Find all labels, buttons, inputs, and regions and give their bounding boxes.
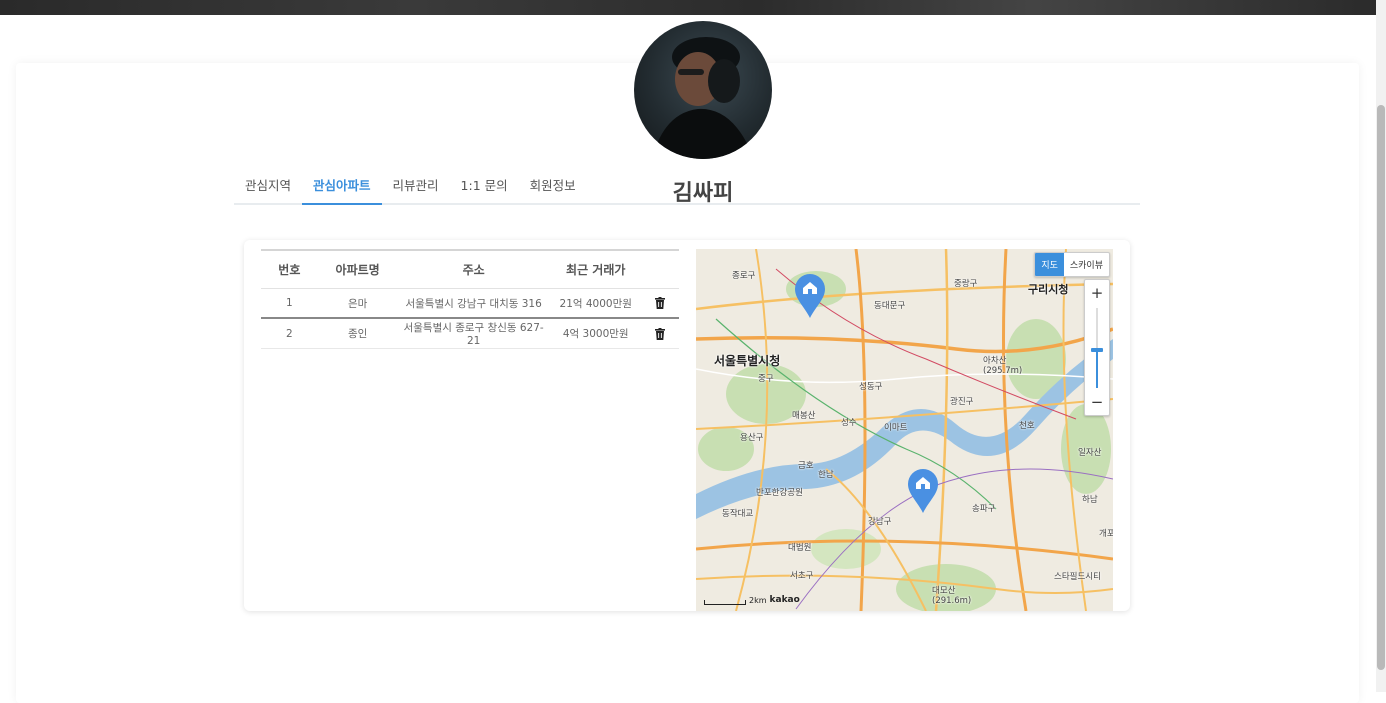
trash-icon[interactable] [655, 327, 666, 340]
map-label-hannam: 한남 [818, 470, 834, 480]
map-label-starfield: 스타필드시티 [1054, 572, 1101, 582]
header-recent-price: 최근 거래가 [549, 250, 642, 289]
map-label-geumho: 금호 [798, 461, 814, 471]
page-scrollbar[interactable] [1376, 0, 1386, 692]
header-apartment-name: 아파트명 [317, 250, 398, 289]
map-label-gaepo: 개포 [1099, 529, 1113, 539]
row-apartment-name: 종인 [317, 318, 398, 349]
map-label-seongdong: 성동구 [859, 382, 883, 392]
table-row[interactable]: 1 은마 서울특별시 강남구 대치동 316 21억 4000만원 [261, 288, 679, 319]
kakao-logo: kakao [769, 595, 800, 605]
zoom-in-button[interactable]: + [1085, 282, 1109, 304]
tab-member-info[interactable]: 회원정보 [519, 170, 587, 203]
map-label-seongsu: 성수 [841, 418, 857, 428]
map-label-seocho: 서초구 [790, 571, 814, 581]
row-address: 서울특별시 종로구 창신동 627-21 [397, 318, 550, 349]
profile-avatar [634, 21, 772, 159]
row-number: 1 [261, 288, 318, 319]
map-label-banpo: 반포한강공원 [756, 488, 803, 498]
zoom-slider-handle[interactable] [1091, 348, 1103, 352]
trash-icon[interactable] [655, 297, 666, 309]
interest-apartment-card: 번호 아파트명 주소 최근 거래가 1 은마 서울특별시 강남구 대치동 316… [244, 240, 1130, 611]
map-label-dongjak: 동작대교 [722, 509, 754, 519]
header-banner [0, 0, 1376, 15]
row-address: 서울특별시 강남구 대치동 316 [397, 288, 550, 319]
map-label-gwangjin: 광진구 [950, 397, 974, 407]
interest-apartment-table: 번호 아파트명 주소 최근 거래가 1 은마 서울특별시 강남구 대치동 316… [261, 249, 679, 349]
tab-interest-apartment[interactable]: 관심아파트 [302, 170, 382, 205]
marker-icon [795, 274, 825, 318]
map-label-daebeopwon: 대법원 [788, 543, 812, 553]
header-actions [641, 250, 679, 289]
tab-review-management[interactable]: 리뷰관리 [382, 170, 450, 203]
tab-inquiry[interactable]: 1:1 문의 [450, 170, 519, 203]
map-marker-jongin[interactable] [794, 273, 826, 319]
map-label-guri: 구리시청 [1028, 283, 1069, 296]
header-address: 주소 [397, 250, 550, 289]
map-label-jungnang: 중랑구 [954, 279, 978, 289]
zoom-level-fill [1096, 350, 1098, 388]
row-apartment-name: 은마 [317, 288, 398, 319]
map-label-dongdaemun: 동대문구 [874, 301, 906, 311]
scale-label: 2km [749, 596, 767, 605]
map-type-skyview-button[interactable]: 스카이뷰 [1064, 253, 1109, 276]
map-label-achasan: 아차산 (295.7m) [983, 356, 1023, 376]
map-label-emart: 이마트 [884, 423, 908, 433]
map-label-cheonho: 천호 [1019, 421, 1035, 431]
tab-interest-region[interactable]: 관심지역 [234, 170, 302, 203]
row-price: 21억 4000만원 [549, 288, 642, 319]
header-number: 번호 [261, 250, 318, 289]
map-label-iljasan: 일자산 [1078, 448, 1102, 458]
map-label-maebongsan: 매봉산 [792, 411, 816, 421]
row-number: 2 [261, 318, 318, 349]
table-row[interactable]: 2 종인 서울특별시 종로구 창신동 627-21 4억 3000만원 [261, 318, 679, 349]
scale-line [704, 600, 746, 605]
map-label-yongsan: 용산구 [740, 433, 764, 443]
row-price: 4억 3000만원 [549, 318, 642, 349]
map-marker-eunma[interactable] [907, 468, 939, 514]
marker-icon [908, 469, 938, 513]
map-label-hanam: 하남 [1082, 495, 1098, 505]
zoom-control: + − [1084, 279, 1110, 416]
zoom-out-button[interactable]: − [1085, 391, 1109, 413]
delete-button[interactable] [641, 288, 679, 319]
delete-button[interactable] [641, 318, 679, 349]
map-label-daemosan: 대모산 (291.6m) [932, 586, 972, 606]
kakao-map[interactable]: 서울특별시청 종로구 중구 용산구 성동구 광진구 중랑구 구리시청 동대문구 … [696, 249, 1113, 611]
table-header-row: 번호 아파트명 주소 최근 거래가 [261, 250, 679, 289]
map-label-jongno: 종로구 [732, 271, 756, 281]
map-type-roadmap-button[interactable]: 지도 [1035, 253, 1064, 276]
map-label-junggu: 중구 [758, 374, 774, 384]
map-label-seoul-cityhall: 서울특별시청 [714, 354, 781, 368]
map-label-gangnam: 강남구 [868, 517, 892, 527]
map-label-songpa: 송파구 [972, 504, 996, 514]
scrollbar-thumb[interactable] [1377, 105, 1385, 670]
mypage-tabs: 관심지역 관심아파트 리뷰관리 1:1 문의 회원정보 [234, 170, 1140, 205]
map-type-control: 지도 스카이뷰 [1034, 252, 1110, 277]
map-scale: 2km kakao [704, 595, 800, 605]
